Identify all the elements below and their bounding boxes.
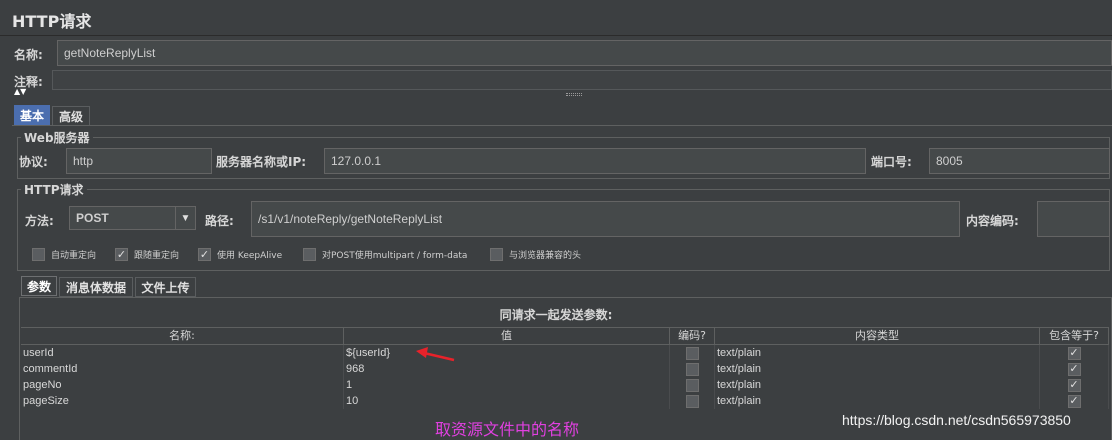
follow-redirect-checkbox[interactable]: ✓ <box>115 248 128 261</box>
include-equals-checkbox[interactable]: ✓ <box>1067 394 1081 408</box>
option-browser-headers[interactable]: 与浏览器兼容的头 <box>490 248 581 261</box>
include-equals-checkbox[interactable]: ✓ <box>1067 378 1081 392</box>
column-header-content-type[interactable]: 内容类型 <box>715 328 1040 344</box>
chevron-down-icon[interactable]: ▼ <box>175 207 195 229</box>
content-encoding-input[interactable] <box>1037 201 1110 237</box>
server-label: 服务器名称或IP: <box>216 155 307 169</box>
path-label: 路径: <box>205 214 234 228</box>
params-table-header: 名称: 值 编码? 内容类型 包含等于? <box>21 327 1109 345</box>
include-equals-checkbox[interactable]: ✓ <box>1067 346 1081 360</box>
tab-parameters[interactable]: 参数 <box>21 276 57 296</box>
protocol-input[interactable]: http <box>66 148 212 174</box>
collapse-arrows-icon[interactable]: ▲▼ <box>14 88 26 96</box>
content-type-cell[interactable]: text/plain <box>715 361 1040 377</box>
column-header-name[interactable]: 名称: <box>21 328 344 344</box>
path-input[interactable]: /s1/v1/noteReply/getNoteReplyList <box>251 201 960 237</box>
encode-checkbox[interactable] <box>685 378 699 392</box>
option-keepalive[interactable]: ✓ 使用 KeepAlive <box>198 248 282 261</box>
param-value-cell[interactable]: 1 <box>344 377 670 393</box>
encode-checkbox[interactable] <box>685 346 699 360</box>
option-auto-redirect[interactable]: 自动重定向 <box>32 248 96 261</box>
watermark-text: https://blog.csdn.net/csdn565973850 <box>842 412 1071 428</box>
method-select[interactable]: POST ▼ <box>69 206 196 230</box>
include-equals-cell[interactable]: ✓ <box>1040 345 1109 361</box>
web-server-group-title: Web服务器 <box>21 129 93 146</box>
method-label: 方法: <box>25 214 54 228</box>
page-title: HTTP请求 <box>12 12 92 31</box>
browser-headers-checkbox[interactable] <box>490 248 503 261</box>
name-label: 名称: <box>14 48 43 62</box>
comment-input[interactable] <box>52 70 1112 90</box>
annotation-text: 取资源文件中的名称 <box>435 420 580 439</box>
content-type-cell[interactable]: text/plain <box>715 393 1040 409</box>
encode-checkbox[interactable] <box>685 362 699 376</box>
tab-file-upload[interactable]: 文件上传 <box>135 277 196 297</box>
auto-redirect-checkbox[interactable] <box>32 248 45 261</box>
content-type-cell[interactable]: text/plain <box>715 377 1040 393</box>
multipart-checkbox[interactable] <box>303 248 316 261</box>
content-type-cell[interactable]: text/plain <box>715 345 1040 361</box>
include-equals-cell[interactable]: ✓ <box>1040 377 1109 393</box>
server-input[interactable]: 127.0.0.1 <box>324 148 866 174</box>
name-input[interactable]: getNoteReplyList <box>57 40 1112 66</box>
content-encoding-label: 内容编码: <box>966 214 1019 228</box>
table-row[interactable]: pageSize 10 text/plain ✓ <box>21 393 1109 409</box>
multipart-label: 对POST使用multipart / form-data <box>322 251 468 261</box>
param-name-cell[interactable]: pageNo <box>21 377 344 393</box>
param-value-cell[interactable]: ${userId} <box>344 345 670 361</box>
method-select-value: POST <box>76 211 109 225</box>
include-equals-checkbox[interactable]: ✓ <box>1067 362 1081 376</box>
browser-headers-label: 与浏览器兼容的头 <box>509 251 582 261</box>
encode-checkbox[interactable] <box>685 394 699 408</box>
include-equals-cell[interactable]: ✓ <box>1040 393 1109 409</box>
param-name-cell[interactable]: pageSize <box>21 393 344 409</box>
param-name-cell[interactable]: commentId <box>21 361 344 377</box>
option-follow-redirect[interactable]: ✓ 跟随重定向 <box>115 248 179 261</box>
params-table: 名称: 值 编码? 内容类型 包含等于? userId ${userId} te… <box>21 327 1109 409</box>
auto-redirect-label: 自动重定向 <box>51 251 97 261</box>
port-input[interactable]: 8005 <box>929 148 1110 174</box>
protocol-label: 协议: <box>19 155 48 169</box>
keepalive-checkbox[interactable]: ✓ <box>198 248 211 261</box>
table-row[interactable]: userId ${userId} text/plain ✓ <box>21 345 1109 361</box>
tab-body-data[interactable]: 消息体数据 <box>59 277 133 297</box>
encode-cell[interactable] <box>670 345 715 361</box>
params-caption: 同请求一起发送参数: <box>499 308 613 322</box>
include-equals-cell[interactable]: ✓ <box>1040 361 1109 377</box>
column-header-include-equals[interactable]: 包含等于? <box>1040 328 1109 344</box>
encode-cell[interactable] <box>670 361 715 377</box>
tab-basic[interactable]: 基本 <box>14 105 50 125</box>
tab-divider <box>12 125 1112 126</box>
title-divider <box>0 35 1112 36</box>
splitter-handle-icon[interactable] <box>566 93 582 96</box>
param-name-cell[interactable]: userId <box>21 345 344 361</box>
param-value-cell[interactable]: 10 <box>344 393 670 409</box>
param-value-cell[interactable]: 968 <box>344 361 670 377</box>
table-row[interactable]: commentId 968 text/plain ✓ <box>21 361 1109 377</box>
red-arrow-icon <box>416 347 455 362</box>
http-request-group-title: HTTP请求 <box>21 181 87 198</box>
port-label: 端口号: <box>871 155 912 169</box>
encode-cell[interactable] <box>670 393 715 409</box>
encode-cell[interactable] <box>670 377 715 393</box>
option-multipart[interactable]: 对POST使用multipart / form-data <box>303 248 467 261</box>
tab-advanced[interactable]: 高级 <box>52 106 90 126</box>
column-header-value[interactable]: 值 <box>344 328 670 344</box>
keepalive-label: 使用 KeepAlive <box>217 251 283 261</box>
column-header-encode[interactable]: 编码? <box>670 328 715 344</box>
follow-redirect-label: 跟随重定向 <box>134 251 180 261</box>
table-row[interactable]: pageNo 1 text/plain ✓ <box>21 377 1109 393</box>
